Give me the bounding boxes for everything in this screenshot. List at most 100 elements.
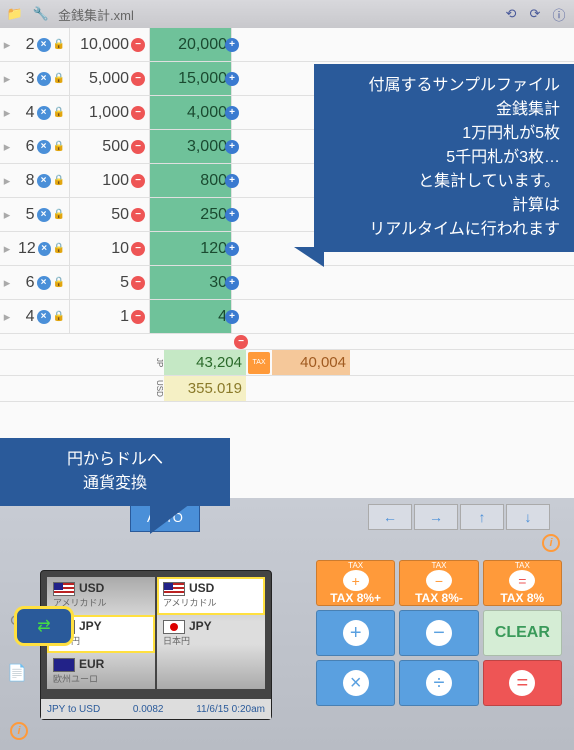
plus-icon[interactable]: +: [225, 310, 239, 324]
total-tax: 40,004: [272, 350, 350, 375]
count-cell[interactable]: 3×🔒: [14, 62, 70, 95]
count-cell[interactable]: 2×🔒: [14, 28, 70, 61]
clear-button[interactable]: CLEAR: [483, 610, 562, 656]
currency-rate: 0.0082: [133, 704, 164, 715]
multiply-button[interactable]: ×: [316, 660, 395, 706]
row-handle-icon[interactable]: ▸: [0, 309, 14, 325]
currency-option[interactable]: EUR欧州ユーロ: [47, 653, 155, 689]
plus-icon[interactable]: +: [225, 242, 239, 256]
lock-icon: 🔒: [53, 243, 65, 254]
denom-cell[interactable]: 1,000−: [70, 96, 150, 129]
subtotal-cell: 30+: [150, 266, 232, 299]
denom-cell[interactable]: 10−: [70, 232, 150, 265]
tax-plus-button[interactable]: TAX+ TAX 8%+: [316, 560, 395, 606]
count-cell[interactable]: 6×🔒: [14, 130, 70, 163]
equals-button[interactable]: =: [483, 660, 562, 706]
info-currency-icon[interactable]: i: [10, 722, 28, 740]
row-handle-icon[interactable]: ▸: [0, 71, 14, 87]
currency-option[interactable]: USDアメリカドル: [157, 577, 265, 615]
row-handle-icon[interactable]: ▸: [0, 139, 14, 155]
subtotal-cell: 120+: [150, 232, 232, 265]
count-cell[interactable]: 6×🔒: [14, 266, 70, 299]
row-handle-icon[interactable]: ▸: [0, 37, 14, 53]
lock-icon: 🔒: [53, 141, 65, 152]
row-handle-icon[interactable]: ▸: [0, 207, 14, 223]
denom-cell[interactable]: 5−: [70, 266, 150, 299]
count-cell[interactable]: 8×🔒: [14, 164, 70, 197]
minus-icon[interactable]: −: [131, 38, 145, 52]
total-jpy: 43,204: [164, 350, 246, 375]
arrow-left-button[interactable]: ←: [368, 504, 412, 530]
total-usd: 355.019: [164, 376, 246, 401]
lock-icon: 🔒: [53, 209, 65, 220]
denom-cell[interactable]: 500−: [70, 130, 150, 163]
table-row: ▸6×🔒5−30+: [0, 266, 574, 300]
minus-icon[interactable]: −: [131, 310, 145, 324]
flag-icon: [163, 620, 185, 634]
currency-option[interactable]: JPY日本円: [157, 615, 265, 653]
minus-icon[interactable]: −: [131, 140, 145, 154]
row-handle-icon[interactable]: ▸: [0, 105, 14, 121]
info-icon[interactable]: ⓘ: [550, 5, 568, 23]
wrench-icon[interactable]: 🔧: [32, 5, 50, 23]
table-row: ▸2×🔒10,000−20,000+: [0, 28, 574, 62]
plus-icon[interactable]: +: [225, 174, 239, 188]
count-cell[interactable]: 12×🔒: [14, 232, 70, 265]
arrow-down-button[interactable]: ↓: [506, 504, 550, 530]
minus-icon[interactable]: −: [131, 276, 145, 290]
plus-icon[interactable]: +: [225, 276, 239, 290]
flag-icon: [53, 658, 75, 672]
denom-cell[interactable]: 5,000−: [70, 62, 150, 95]
row-handle-icon[interactable]: ▸: [0, 241, 14, 257]
delete-icon[interactable]: ×: [38, 242, 51, 256]
minus-icon[interactable]: −: [131, 242, 145, 256]
delete-icon[interactable]: ×: [37, 174, 51, 188]
count-cell[interactable]: 4×🔒: [14, 300, 70, 333]
minus-icon[interactable]: −: [131, 208, 145, 222]
minus-icon[interactable]: −: [131, 174, 145, 188]
subtotal-cell: 20,000+: [150, 28, 232, 61]
count-cell[interactable]: 4×🔒: [14, 96, 70, 129]
denom-cell[interactable]: 50−: [70, 198, 150, 231]
info-keypad-icon[interactable]: i: [542, 534, 560, 552]
plus-icon[interactable]: +: [225, 106, 239, 120]
row-handle-icon[interactable]: ▸: [0, 275, 14, 291]
delete-icon[interactable]: ×: [37, 72, 51, 86]
delete-icon[interactable]: ×: [37, 208, 51, 222]
lock-icon: 🔒: [53, 73, 65, 84]
subtotal-cell: 800+: [150, 164, 232, 197]
denom-cell[interactable]: 100−: [70, 164, 150, 197]
delete-icon[interactable]: ×: [37, 38, 51, 52]
plus-icon[interactable]: +: [225, 140, 239, 154]
delete-icon[interactable]: ×: [37, 310, 51, 324]
tax-eq-button[interactable]: TAX= TAX 8%: [483, 560, 562, 606]
plus-icon[interactable]: +: [225, 72, 239, 86]
minus-icon[interactable]: −: [234, 335, 248, 349]
count-cell[interactable]: 5×🔒: [14, 198, 70, 231]
plus-button[interactable]: +: [316, 610, 395, 656]
denom-cell[interactable]: 10,000−: [70, 28, 150, 61]
currency-picker[interactable]: USDアメリカドルJPY日本円EUR欧州ユーロ USDアメリカドルJPY日本円 …: [40, 570, 272, 720]
delete-icon[interactable]: ×: [37, 106, 51, 120]
lock-icon: 🔒: [53, 311, 65, 322]
delete-icon[interactable]: ×: [37, 276, 51, 290]
note-icon[interactable]: 📄: [6, 662, 28, 684]
tax-minus-button[interactable]: TAX− TAX 8%-: [399, 560, 478, 606]
divide-button[interactable]: ÷: [399, 660, 478, 706]
lock-icon: 🔒: [53, 39, 65, 50]
row-handle-icon[interactable]: ▸: [0, 173, 14, 189]
denom-cell[interactable]: 1−: [70, 300, 150, 333]
plus-icon[interactable]: +: [225, 38, 239, 52]
plus-icon[interactable]: +: [225, 208, 239, 222]
arrow-up-button[interactable]: ↑: [460, 504, 504, 530]
arrow-right-button[interactable]: →: [414, 504, 458, 530]
minus-button[interactable]: −: [399, 610, 478, 656]
minus-icon[interactable]: −: [131, 72, 145, 86]
delete-icon[interactable]: ×: [37, 140, 51, 154]
minus-icon[interactable]: −: [131, 106, 145, 120]
lock-icon: 🔒: [53, 277, 65, 288]
undo-icon[interactable]: ⟲: [502, 5, 520, 23]
redo-icon[interactable]: ⟳: [526, 5, 544, 23]
swap-currency-button[interactable]: ⇄: [14, 606, 74, 646]
folder-icon[interactable]: 📁: [6, 5, 24, 23]
